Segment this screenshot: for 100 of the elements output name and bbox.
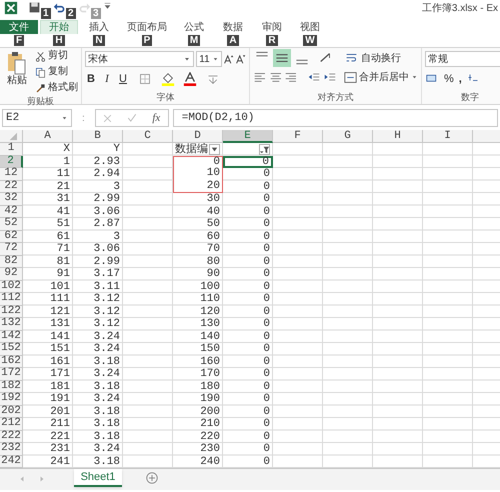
merge-center-button[interactable]: 合并后居中 [344, 70, 418, 84]
table-cell-text: 171 [49, 368, 71, 380]
add-sheet-icon[interactable] [146, 472, 158, 484]
check-icon[interactable] [127, 113, 138, 123]
font-color-icon[interactable] [183, 72, 197, 86]
column-header[interactable]: I [423, 130, 473, 143]
row-header[interactable]: 112 [0, 293, 23, 306]
row-header[interactable]: 162 [0, 356, 23, 368]
row-header[interactable]: 12 [0, 168, 23, 180]
row-header[interactable]: 232 [0, 443, 23, 456]
ribbon-tab[interactable]: 审阅 [254, 20, 290, 34]
number-format-field[interactable]: 常规 [425, 51, 500, 67]
column-header[interactable]: H [373, 130, 423, 143]
row-header[interactable]: 202 [0, 406, 23, 418]
cut-button[interactable]: 剪切 [35, 49, 78, 63]
paintbrush-icon [35, 82, 46, 94]
row-header[interactable]: 172 [0, 368, 23, 380]
table-cell-text: 3.24 [92, 330, 121, 343]
row-header[interactable]: 182 [0, 380, 23, 393]
keytip-badge: W [303, 35, 317, 46]
formula-field[interactable]: =MOD(D2,10) [172, 109, 498, 127]
row-header[interactable]: 222 [0, 430, 23, 443]
column-header[interactable]: D [173, 130, 223, 143]
align-middle-icon[interactable] [273, 49, 291, 67]
row-header[interactable]: 62 [0, 230, 23, 243]
table-cell-text: 11 [56, 168, 71, 180]
ribbon-tab[interactable]: 开始 [40, 20, 78, 34]
table-cell-text: 180 [199, 380, 221, 393]
column-header[interactable]: E [223, 130, 273, 143]
table-cell-text: 201 [49, 406, 71, 418]
table-cell-text: 3 [112, 230, 121, 243]
spreadsheet-icon[interactable] [4, 1, 18, 15]
italic-button[interactable]: I [101, 71, 113, 88]
text-angle-icon[interactable] [319, 51, 333, 65]
row-header[interactable]: 92 [0, 268, 23, 280]
underline-button[interactable]: U [117, 71, 129, 88]
table-cell-text: 60 [206, 230, 221, 243]
fill-bucket-icon[interactable] [161, 72, 175, 86]
window-title: 工作簿3.xlsx - Ex [422, 2, 498, 16]
font-name-field[interactable]: 宋体 [85, 51, 194, 67]
table-cell-text: 130 [199, 318, 221, 330]
ribbon-tab[interactable]: 数据 [214, 20, 252, 34]
ribbon-tab[interactable]: 公式 [176, 20, 212, 34]
column-header[interactable]: B [73, 130, 123, 143]
percent-button[interactable]: % [444, 71, 454, 88]
comma-button[interactable]: , [458, 71, 462, 88]
paste-button[interactable]: 粘贴 [3, 49, 31, 95]
row-header[interactable]: 22 [0, 180, 23, 193]
table-cell-text: 0 [262, 380, 271, 393]
grow-font-icon[interactable] [224, 53, 234, 65]
name-box[interactable]: E2 [2, 109, 72, 127]
table-cell-text: 1 [62, 156, 71, 168]
copy-button[interactable]: 复制 [35, 65, 78, 79]
format-painter-button[interactable]: 格式刷 [35, 81, 78, 95]
borders-icon[interactable] [139, 73, 151, 86]
ribbon-tab[interactable]: 插入 [80, 20, 118, 34]
row-header[interactable]: 242 [0, 456, 23, 468]
column-header[interactable]: F [273, 130, 323, 143]
table-cell-text: 3.12 [92, 306, 121, 318]
customize-caret-icon[interactable] [103, 1, 112, 10]
table-cell-text: 231 [49, 443, 71, 456]
row-header[interactable]: 132 [0, 318, 23, 330]
row-header[interactable]: 142 [0, 330, 23, 343]
group-label: 对齐方式 [316, 91, 354, 104]
undo-icon[interactable] [53, 1, 66, 14]
row-header[interactable]: 152 [0, 343, 23, 356]
ribbon-tab[interactable]: 页面布局 [120, 20, 174, 34]
table-cell-text: 191 [49, 393, 71, 406]
table-cell-text: 161 [49, 356, 71, 368]
row-header[interactable]: 122 [0, 306, 23, 318]
row-header[interactable]: 212 [0, 418, 23, 430]
shrink-font-icon[interactable] [236, 53, 246, 65]
table-cell-text: 111 [49, 293, 71, 306]
group-label: 剪贴板 [26, 95, 55, 108]
bold-button[interactable]: B [85, 71, 97, 88]
column-header[interactable]: G [323, 130, 373, 143]
wrap-text-button[interactable]: 自动换行 [345, 50, 401, 66]
row-header[interactable]: 42 [0, 206, 23, 218]
table-cell-text: 3.18 [92, 380, 121, 393]
filter-icon[interactable] [259, 144, 270, 155]
ribbon-tab[interactable]: 视图 [292, 20, 328, 34]
column-header[interactable]: C [123, 130, 173, 143]
row-header[interactable]: 1 [0, 143, 23, 156]
save-icon[interactable] [28, 1, 41, 14]
row-header[interactable]: 82 [0, 256, 23, 268]
font-size-field[interactable]: 11 [196, 51, 222, 67]
sheet-tab[interactable]: Sheet1 [74, 469, 122, 487]
row-header[interactable]: 2 [0, 156, 23, 168]
row-header[interactable]: 192 [0, 393, 23, 406]
insert-function-button[interactable]: fx [152, 110, 160, 126]
selected-cell[interactable]: 0 [223, 156, 273, 168]
file-tab[interactable]: 文件 [0, 20, 38, 34]
table-cell-text: 0 [262, 430, 271, 443]
row-header[interactable]: 72 [0, 243, 23, 256]
caret-icon [183, 55, 192, 63]
row-header[interactable]: 102 [0, 280, 23, 293]
column-header[interactable]: A [23, 130, 73, 143]
row-header[interactable]: 32 [0, 193, 23, 206]
table-cell-text: 0 [262, 393, 271, 406]
row-header[interactable]: 52 [0, 218, 23, 230]
